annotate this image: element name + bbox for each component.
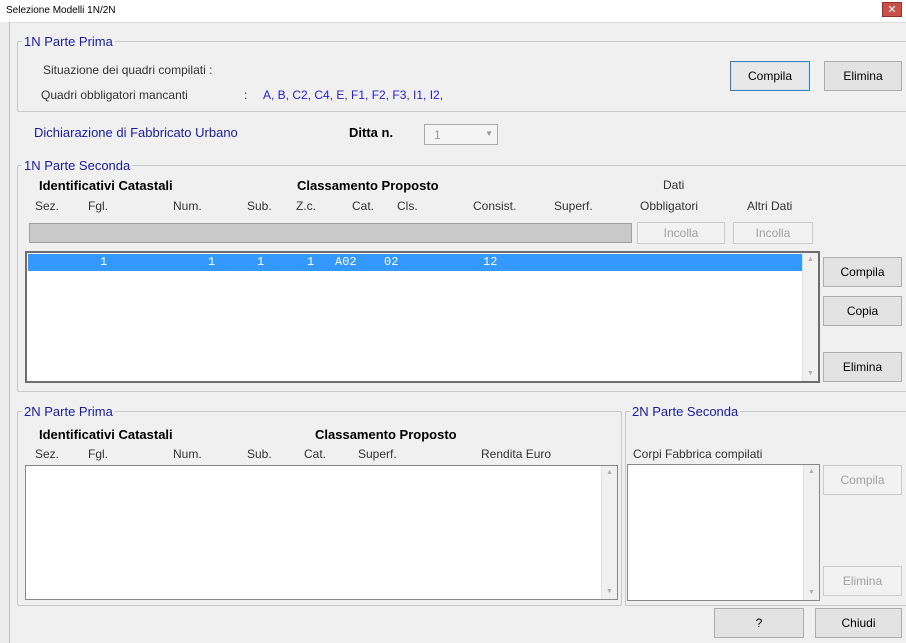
classamento-header: Classamento Proposto	[297, 178, 439, 193]
col-zc: Z.c.	[296, 199, 316, 213]
chiudi-button[interactable]: Chiudi	[815, 608, 902, 638]
col-num-2n: Num.	[173, 447, 202, 461]
2n-prima-list[interactable]: ▲ ▼	[25, 465, 618, 600]
incolla-altri-button[interactable]: Incolla	[733, 222, 813, 244]
ditta-label: Ditta n.	[349, 125, 394, 140]
elimina-1n-seconda-button[interactable]: Elimina	[823, 352, 902, 382]
scroll-down-icon[interactable]: ▼	[803, 367, 818, 381]
window-left-edge	[0, 22, 10, 643]
chevron-down-icon: ▼	[485, 129, 493, 138]
col-num: Num.	[173, 199, 202, 213]
row-cat: A02	[335, 255, 357, 269]
vertical-scrollbar[interactable]: ▲ ▼	[601, 466, 617, 599]
mancanti-label: Quadri obbligatori mancanti	[41, 88, 188, 102]
ditta-select[interactable]: 1 ▼	[424, 124, 498, 145]
row-zc: 1	[307, 255, 315, 269]
edit-row-field[interactable]	[29, 223, 632, 243]
group-legend: 1N Parte Seconda	[24, 158, 131, 173]
dati-header-line2: Obbligatori	[640, 199, 699, 213]
identificativi-header-2n: Identificativi Catastali	[39, 427, 173, 442]
help-button[interactable]: ?	[714, 608, 804, 638]
close-button[interactable]: ✕	[882, 2, 902, 17]
group-legend: 2N Parte Seconda	[632, 404, 739, 419]
compila-1n-seconda-button[interactable]: Compila	[823, 257, 902, 287]
vertical-scrollbar[interactable]: ▲ ▼	[803, 465, 819, 600]
classamento-header-2n: Classamento Proposto	[315, 427, 457, 442]
row-num: 1	[208, 255, 216, 269]
col-fgl-2n: Fgl.	[88, 447, 109, 461]
compila-1n-prima-button[interactable]: Compila	[730, 61, 810, 91]
corpi-list[interactable]: ▲ ▼	[627, 464, 820, 601]
dichiarazione-label: Dichiarazione di Fabbricato Urbano	[34, 125, 238, 140]
col-cat-2n: Cat.	[304, 447, 327, 461]
col-superf-2n: Superf.	[358, 447, 397, 461]
elimina-1n-prima-button[interactable]: Elimina	[824, 61, 902, 91]
col-fgl: Fgl.	[88, 199, 109, 213]
scroll-down-icon[interactable]: ▼	[804, 586, 819, 600]
incolla-dati-button[interactable]: Incolla	[637, 222, 725, 244]
scroll-up-icon[interactable]: ▲	[602, 466, 617, 480]
window-title: Selezione Modelli 1N/2N	[6, 5, 116, 16]
elimina-2n-seconda-button[interactable]: Elimina	[823, 566, 902, 596]
title-bar: Selezione Modelli 1N/2N ✕	[0, 0, 906, 23]
vertical-scrollbar[interactable]: ▲ ▼	[802, 253, 818, 381]
ditta-value: 1	[434, 128, 441, 142]
col-sez: Sez.	[35, 199, 60, 213]
scroll-down-icon[interactable]: ▼	[602, 585, 617, 599]
copia-button[interactable]: Copia	[823, 296, 902, 326]
scroll-up-icon[interactable]: ▲	[803, 253, 818, 267]
situazione-label: Situazione dei quadri compilati :	[43, 63, 213, 77]
mancanti-separator: :	[244, 88, 248, 102]
identificativi-header: Identificativi Catastali	[39, 178, 173, 193]
row-fgl: 1	[100, 255, 108, 269]
col-cat: Cat.	[352, 199, 375, 213]
col-rendita-2n: Rendita Euro	[481, 447, 552, 461]
corpi-label: Corpi Fabbrica compilati	[633, 447, 763, 461]
col-sub: Sub.	[247, 199, 272, 213]
dati-header-line1: Dati	[663, 178, 685, 192]
1n-seconda-list[interactable]: 1 1 1 1 A02 02 12 ▲ ▼	[25, 251, 820, 383]
group-legend: 1N Parte Prima	[24, 34, 113, 49]
scroll-up-icon[interactable]: ▲	[804, 465, 819, 479]
row-consist: 12	[483, 255, 498, 269]
row-cls: 02	[384, 255, 399, 269]
col-superf: Superf.	[554, 199, 593, 213]
row-sub: 1	[257, 255, 265, 269]
table-row[interactable]: 1 1 1 1 A02 02 12	[28, 254, 802, 271]
mancanti-value: A, B, C2, C4, E, F1, F2, F3, I1, I2,	[263, 88, 444, 102]
col-consist: Consist.	[473, 199, 517, 213]
compila-2n-seconda-button[interactable]: Compila	[823, 465, 902, 495]
col-sez-2n: Sez.	[35, 447, 60, 461]
col-sub-2n: Sub.	[247, 447, 272, 461]
altri-dati-header: Altri Dati	[747, 199, 793, 213]
col-cls: Cls.	[397, 199, 418, 213]
group-legend: 2N Parte Prima	[24, 404, 113, 419]
